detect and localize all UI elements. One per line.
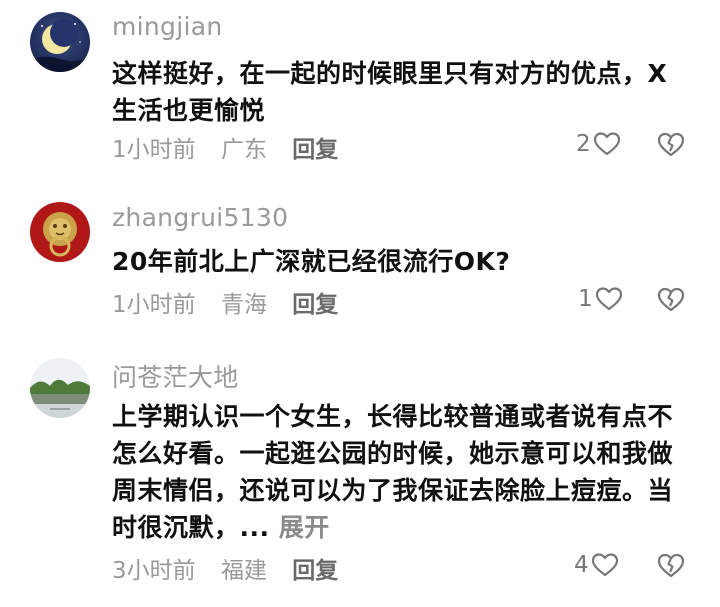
comment-meta: 1小时前 广东 回复: [112, 130, 356, 164]
comment-text-content: 上学期认识一个女生，长得比较普通或者说有点不怎么好看。一起逛公园的时候，她示意可…: [112, 402, 674, 542]
heart-icon: [595, 287, 622, 311]
username[interactable]: 问苍茫大地: [112, 358, 239, 394]
heart-icon: [593, 132, 620, 156]
dislike-button[interactable]: [656, 130, 686, 158]
avatar[interactable]: [30, 12, 90, 72]
landscape-avatar-icon: [30, 358, 90, 418]
username[interactable]: mingjian: [112, 12, 222, 41]
comment-time: 1小时前: [112, 137, 196, 163]
like-button[interactable]: 2: [576, 131, 621, 157]
comment-meta: 1小时前 青海 回复: [112, 285, 356, 319]
comment-text: 20年前北上广深就已经很流行OK?: [112, 247, 511, 276]
reply-button[interactable]: 回复: [292, 137, 338, 163]
expand-button[interactable]: 展开: [279, 513, 330, 542]
broken-heart-icon: [657, 132, 685, 157]
dislike-button[interactable]: [656, 285, 686, 313]
like-button[interactable]: 1: [578, 286, 623, 312]
username[interactable]: zhangrui5130: [112, 203, 288, 232]
dislike-button[interactable]: [656, 551, 686, 579]
comment-meta: 3小时前 福建 回复: [112, 551, 356, 585]
lion-door-knocker-icon: [30, 202, 90, 262]
comment-time: 3小时前: [112, 558, 196, 584]
avatar[interactable]: [30, 358, 90, 418]
comment-location: 广东: [220, 137, 267, 163]
like-count: 1: [578, 286, 593, 312]
broken-heart-icon: [657, 553, 685, 578]
comment-time: 1小时前: [112, 292, 196, 318]
like-button[interactable]: 4: [574, 552, 619, 578]
like-count: 2: [576, 131, 591, 157]
moon-avatar-icon: [30, 12, 90, 72]
comment-location: 青海: [220, 292, 267, 318]
comment-text: 上学期认识一个女生，长得比较普通或者说有点不怎么好看。一起逛公园的时候，她示意可…: [112, 398, 687, 546]
comment-text: 这样挺好，在一起的时候眼里只有对方的优点，X生活也更愉悦: [112, 59, 668, 125]
heart-icon: [591, 553, 618, 577]
like-count: 4: [574, 552, 589, 578]
avatar[interactable]: [30, 202, 90, 262]
reply-button[interactable]: 回复: [292, 558, 338, 584]
reply-button[interactable]: 回复: [292, 292, 338, 318]
broken-heart-icon: [657, 287, 685, 312]
comment-location: 福建: [220, 558, 267, 584]
